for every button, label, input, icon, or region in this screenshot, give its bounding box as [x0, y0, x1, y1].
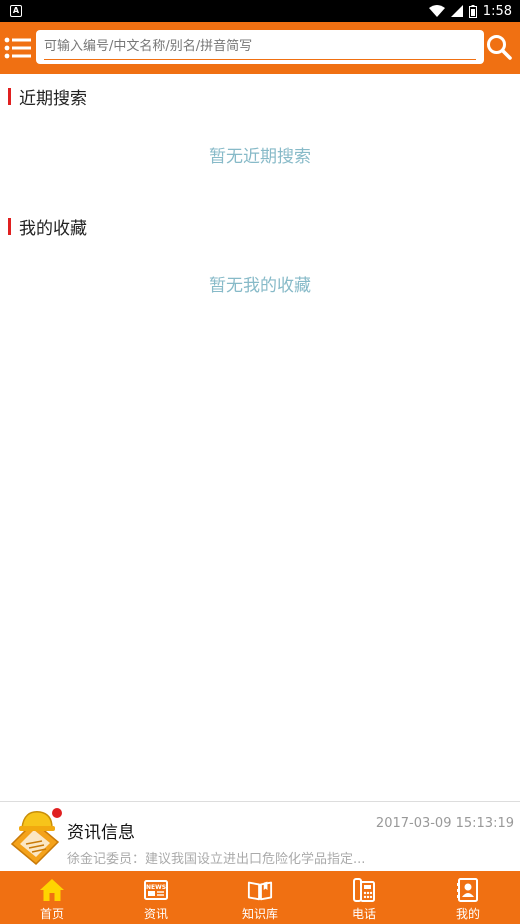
clock: 1:58: [482, 3, 512, 19]
news-icon: NEWS: [144, 880, 168, 900]
tab-home[interactable]: 首页: [0, 871, 104, 924]
wifi-icon: [428, 5, 445, 17]
contact-book-icon: [457, 878, 478, 902]
news-banner[interactable]: 资讯信息 2017-03-09 15:13:19 徐金记委员：建议我国设立进出口…: [0, 801, 520, 871]
news-title: 资讯信息: [67, 823, 135, 843]
news-timestamp: 2017-03-09 15:13:19: [375, 816, 514, 831]
search-button[interactable]: [486, 34, 514, 62]
tab-label: 首页: [39, 907, 64, 921]
unread-dot: [52, 808, 62, 818]
section-marker: [8, 217, 11, 235]
tab-knowledge-base[interactable]: 知识库: [208, 871, 312, 924]
battery-icon: [468, 4, 477, 18]
notification-icon: A: [10, 5, 22, 17]
tab-label: 知识库: [241, 907, 278, 921]
menu-button[interactable]: [0, 22, 36, 74]
bottom-tab-bar: 首页 NEWS 资讯 知识库 电话 我的: [0, 871, 520, 924]
status-bar: A 1:58: [0, 0, 520, 22]
recent-search-title: 近期搜索: [19, 88, 87, 109]
list-menu-icon: [4, 37, 31, 59]
book-icon: [247, 881, 273, 901]
home-icon: [40, 879, 64, 901]
tab-phone[interactable]: 电话: [312, 871, 416, 924]
tab-label: 资讯: [143, 907, 168, 921]
section-marker: [8, 87, 11, 105]
search-box: [36, 30, 484, 64]
search-icon: [487, 35, 512, 60]
favorites-empty: 暂无我的收藏: [209, 276, 311, 296]
news-summary: 徐金记委员：建议我国设立进出口危险化学品指定...: [67, 852, 366, 867]
tab-news[interactable]: NEWS 资讯: [104, 871, 208, 924]
tab-label: 我的: [455, 907, 480, 921]
recent-search-empty: 暂无近期搜索: [209, 147, 311, 167]
search-input[interactable]: [44, 34, 476, 60]
phone-icon: [353, 878, 375, 902]
tab-label: 电话: [351, 907, 376, 921]
signal-icon: [450, 5, 463, 17]
favorites-title: 我的收藏: [19, 218, 87, 239]
recent-search-heading: 近期搜索: [8, 84, 87, 109]
tab-mine[interactable]: 我的: [416, 871, 520, 924]
svg-text:NEWS: NEWS: [146, 884, 166, 891]
favorites-heading: 我的收藏: [8, 214, 87, 239]
app-header: [0, 22, 520, 74]
